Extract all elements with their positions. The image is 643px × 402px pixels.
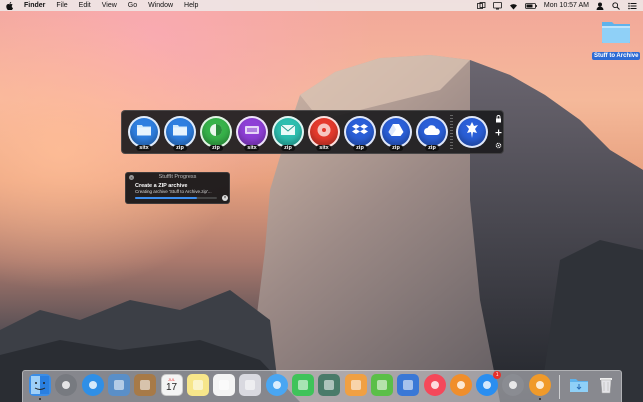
keynote-icon[interactable] bbox=[397, 374, 420, 396]
dropbar-item-icloud-zip[interactable]: zip bbox=[416, 116, 448, 152]
numbers-icon[interactable] bbox=[370, 374, 393, 396]
running-indicator bbox=[538, 398, 541, 400]
running-indicator bbox=[39, 398, 41, 400]
dock-separator bbox=[559, 375, 560, 399]
spotlight-search-icon[interactable] bbox=[612, 1, 621, 10]
trash-icon[interactable] bbox=[595, 374, 617, 396]
dropbar-item-tag: zip bbox=[425, 145, 439, 151]
menu-go[interactable]: Go bbox=[128, 2, 137, 9]
app-store-icon[interactable]: 1 bbox=[476, 371, 502, 396]
progress-bar-fill bbox=[135, 197, 197, 199]
user-icon[interactable] bbox=[596, 2, 605, 10]
preview-icon[interactable] bbox=[107, 374, 130, 396]
dropbar-item-dropbox-zip[interactable]: zip bbox=[344, 116, 376, 152]
folder-icon bbox=[172, 123, 188, 141]
dropbar-controls bbox=[494, 115, 503, 151]
calendar-day: 17 bbox=[165, 382, 178, 393]
dropbar-settings-gear-icon[interactable] bbox=[495, 142, 502, 151]
desktop-folder-label: Stuff to Archive bbox=[592, 52, 641, 60]
dropbar-item-tag: sitx bbox=[136, 145, 152, 151]
dropbar-item-tag: zip bbox=[173, 145, 187, 151]
menu-view[interactable]: View bbox=[102, 2, 117, 9]
menu-edit[interactable]: Edit bbox=[79, 2, 91, 9]
photos-icon[interactable] bbox=[239, 374, 262, 396]
dropbar-item-tag: zip bbox=[353, 145, 367, 151]
system-preferences-icon[interactable] bbox=[502, 374, 525, 396]
reminders-icon[interactable] bbox=[213, 374, 236, 396]
ibooks-icon[interactable] bbox=[449, 374, 472, 396]
dropbar-item-mail-zip[interactable]: zip bbox=[272, 116, 304, 152]
progress-bar bbox=[135, 197, 217, 199]
dropbar-item-google-drive-zip[interactable]: zip bbox=[380, 116, 412, 152]
dropbar-item-folder-sitx[interactable]: sitx bbox=[128, 116, 160, 152]
desktop-folder[interactable]: Stuff to Archive bbox=[592, 18, 641, 62]
dropbar-item-tag: zip bbox=[389, 145, 403, 151]
finder-icon[interactable] bbox=[29, 374, 51, 400]
app-store-badge: 1 bbox=[493, 371, 502, 379]
stuffit-logo-icon bbox=[464, 121, 480, 144]
dropbar-add-icon[interactable] bbox=[495, 129, 502, 138]
desktop-wallpaper bbox=[0, 55, 643, 402]
icloud-icon bbox=[423, 123, 441, 141]
pages-icon[interactable] bbox=[344, 374, 367, 396]
launchpad-icon[interactable] bbox=[55, 374, 78, 396]
menu-app-name[interactable]: Finder bbox=[24, 2, 45, 9]
dropbar-item-tag: zip bbox=[209, 145, 223, 151]
calendar-icon[interactable]: JUL 17 bbox=[160, 374, 183, 396]
wifi-icon[interactable] bbox=[509, 2, 518, 10]
dropbar-item-burn-disc-sitx[interactable]: sitx bbox=[308, 116, 340, 152]
disc-image-icon bbox=[244, 123, 260, 142]
menu-bar: Finder File Edit View Go Window Help Mon… bbox=[0, 0, 643, 11]
mail-icon bbox=[280, 123, 296, 141]
menu-file[interactable]: File bbox=[56, 2, 67, 9]
google-drive-icon bbox=[388, 123, 404, 142]
progress-description: Creating archive 'Stuff to Archive.zip'.… bbox=[135, 189, 212, 194]
stop-button[interactable]: × bbox=[222, 195, 228, 201]
display-menu-icon[interactable] bbox=[492, 1, 502, 10]
dropbar-item-share-zip[interactable]: zip bbox=[200, 116, 232, 152]
dropbar-divider bbox=[450, 115, 453, 151]
dock: JUL 17 1 bbox=[22, 370, 622, 402]
apple-menu-icon[interactable] bbox=[6, 1, 14, 10]
dropbar-item-tag: sitx bbox=[316, 145, 332, 151]
share-icon bbox=[208, 122, 224, 143]
stuffit-menu-icon[interactable] bbox=[476, 1, 486, 10]
menu-clock[interactable]: Mon 10:57 AM bbox=[544, 2, 589, 9]
menu-help[interactable]: Help bbox=[184, 2, 198, 9]
dropbox-icon bbox=[352, 123, 368, 142]
stuffit-dropbar: sitx zip zip sitx zip sitx zip zip zip bbox=[121, 110, 504, 154]
messages-icon[interactable] bbox=[265, 374, 288, 396]
folder-icon bbox=[136, 123, 152, 141]
dropbar-item-stuffit[interactable] bbox=[456, 116, 488, 152]
dropbar-item-tag: sitx bbox=[244, 145, 260, 151]
notes-icon[interactable] bbox=[186, 374, 209, 396]
downloads-folder-icon[interactable] bbox=[568, 374, 590, 396]
dropbar-lock-icon[interactable] bbox=[495, 115, 502, 125]
dropbar-item-disc-image-sitx[interactable]: sitx bbox=[236, 116, 268, 152]
contacts-icon[interactable] bbox=[134, 374, 157, 396]
facetime-icon[interactable] bbox=[292, 374, 314, 396]
safari-icon[interactable] bbox=[81, 374, 104, 396]
battery-icon[interactable] bbox=[524, 2, 537, 10]
notification-center-icon[interactable] bbox=[628, 2, 637, 10]
itunes-icon[interactable] bbox=[423, 374, 446, 396]
photo-booth-icon[interactable] bbox=[318, 374, 341, 396]
folder-icon bbox=[601, 18, 631, 44]
progress-window-title: StuffIt Progress bbox=[158, 174, 197, 180]
menu-window[interactable]: Window bbox=[148, 2, 173, 9]
dropbar-item-folder-zip[interactable]: zip bbox=[164, 116, 196, 152]
burn-disc-icon bbox=[316, 122, 332, 143]
stuffit-progress-window: × StuffIt Progress Create a ZIP archive … bbox=[125, 172, 230, 204]
stuffit-icon[interactable] bbox=[528, 374, 551, 400]
dropbar-item-tag: zip bbox=[281, 145, 295, 151]
